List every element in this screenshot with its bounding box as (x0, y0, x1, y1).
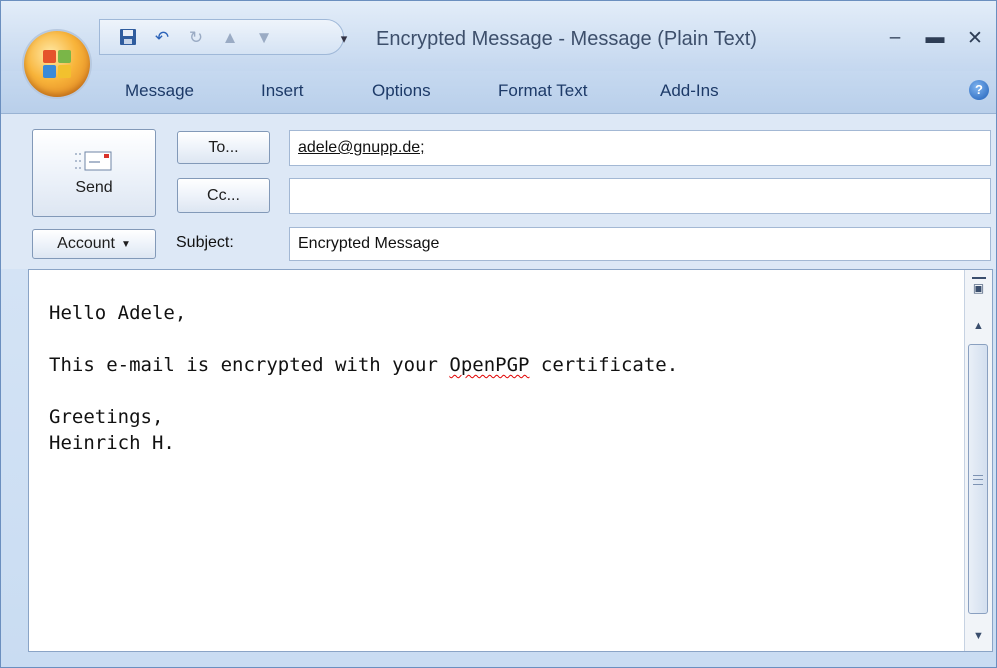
body-line: Heinrich H. (49, 432, 175, 454)
cc-field[interactable] (289, 178, 991, 214)
scroll-up-icon[interactable]: ▲ (965, 314, 992, 338)
cc-button[interactable]: Cc... (177, 178, 270, 213)
body-line: Greetings, (49, 406, 164, 428)
split-view-icon[interactable]: ▣ (965, 272, 992, 300)
account-button[interactable]: Account ▼ (32, 229, 156, 259)
chevron-down-icon: ▼ (120, 238, 131, 250)
message-body-text[interactable]: Hello Adele, This e-mail is encrypted wi… (49, 300, 678, 456)
maximize-icon[interactable]: ▬ (921, 25, 949, 51)
body-line: Hello Adele, (49, 302, 187, 324)
tab-options[interactable]: Options (372, 81, 431, 101)
close-icon[interactable]: ✕ (961, 25, 989, 51)
office-logo-icon (43, 50, 71, 78)
send-button[interactable]: Send (32, 129, 156, 217)
title-bar: ↶ ↻ ▲ ▼ ▾ Encrypted Message - Message (P… (1, 1, 996, 71)
to-field[interactable]: adele@gnupp.de; (289, 130, 991, 166)
body-line-prefix: This e-mail is encrypted with your (49, 354, 450, 376)
window-title: Encrypted Message - Message (Plain Text) (376, 28, 757, 50)
outlook-message-window: ↶ ↻ ▲ ▼ ▾ Encrypted Message - Message (P… (0, 0, 997, 668)
redo-icon[interactable]: ↻ (186, 27, 206, 47)
send-label: Send (75, 179, 113, 196)
office-button[interactable] (24, 31, 90, 97)
envelope-icon (74, 149, 114, 173)
scroll-down-icon[interactable]: ▼ (965, 624, 992, 648)
customize-toolbar-dropdown-icon[interactable]: ▾ (335, 23, 353, 47)
tab-add-ins[interactable]: Add-Ins (660, 81, 719, 101)
vertical-scrollbar[interactable]: ▣ ▲ ▼ (964, 270, 992, 651)
subject-field[interactable]: Encrypted Message (289, 227, 991, 261)
down-arrow-icon[interactable]: ▼ (254, 27, 274, 47)
up-arrow-icon[interactable]: ▲ (220, 27, 240, 47)
undo-icon[interactable]: ↶ (152, 27, 172, 47)
save-icon[interactable] (118, 27, 138, 47)
misspelled-word[interactable]: OpenPGP (449, 354, 529, 376)
recipient-address[interactable]: adele@gnupp.de; (298, 139, 425, 157)
tab-insert[interactable]: Insert (261, 81, 304, 101)
grip-icon (973, 475, 983, 485)
message-body[interactable]: Hello Adele, This e-mail is encrypted wi… (28, 269, 993, 652)
subject-label: Subject: (176, 234, 234, 251)
to-button[interactable]: To... (177, 131, 270, 164)
ribbon-tab-bar: Message Insert Options Format Text Add-I… (1, 71, 996, 114)
tab-message[interactable]: Message (125, 81, 194, 101)
help-icon[interactable]: ? (969, 80, 989, 100)
quick-access-toolbar: ↶ ↻ ▲ ▼ (99, 19, 344, 55)
scrollbar-thumb[interactable] (968, 344, 988, 614)
account-label: Account (57, 235, 115, 252)
body-line-suffix: certificate. (529, 354, 679, 376)
tab-format-text[interactable]: Format Text (498, 81, 587, 101)
minimize-icon[interactable]: – (881, 25, 909, 51)
